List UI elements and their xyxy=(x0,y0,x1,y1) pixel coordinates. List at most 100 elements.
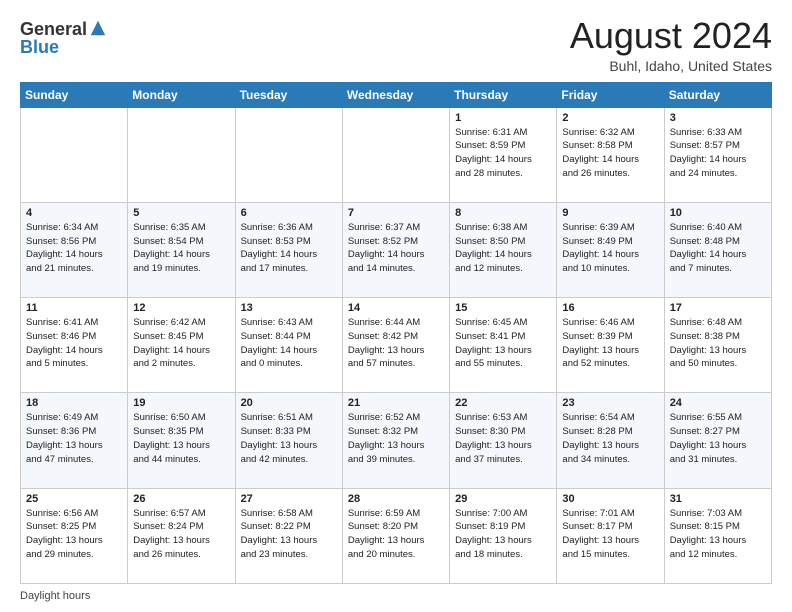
day-info: Sunrise: 6:57 AM Sunset: 8:24 PM Dayligh… xyxy=(133,507,229,562)
day-info: Sunrise: 6:44 AM Sunset: 8:42 PM Dayligh… xyxy=(348,316,444,371)
calendar-cell: 3 Sunrise: 6:33 AM Sunset: 8:57 PM Daylig… xyxy=(664,107,771,202)
col-header-saturday: Saturday xyxy=(664,82,771,107)
calendar: SundayMondayTuesdayWednesdayThursdayFrid… xyxy=(20,82,772,584)
calendar-cell: 11Sunrise: 6:41 AM Sunset: 8:46 PM Dayli… xyxy=(21,298,128,393)
col-header-sunday: Sunday xyxy=(21,82,128,107)
day-number: 15 xyxy=(455,302,551,314)
col-header-monday: Monday xyxy=(128,82,235,107)
calendar-cell: 23 Sunrise: 6:54 AM Sunset: 8:28 PM Dayli… xyxy=(557,393,664,488)
daylight-hours-label: Daylight hours xyxy=(20,590,90,602)
day-number: 26 xyxy=(133,493,229,505)
day-info: Sunrise: 6:37 AM Sunset: 8:52 PM Dayligh… xyxy=(348,221,444,276)
day-number: 12 xyxy=(133,302,229,314)
title-block: August 2024 Buhl, Idaho, United States xyxy=(570,16,772,74)
day-info: Sunrise: 6:32 AM Sunset: 8:58 PM Dayligh… xyxy=(562,126,658,181)
day-info: Sunrise: 6:40 AM Sunset: 8:48 PM Dayligh… xyxy=(670,221,766,276)
week-row-3: 18 Sunrise: 6:49 AM Sunset: 8:36 PM Dayli… xyxy=(21,393,772,488)
day-number: 14 xyxy=(348,302,444,314)
col-header-thursday: Thursday xyxy=(450,82,557,107)
day-number: 18 xyxy=(26,397,122,409)
week-row-1: 4Sunrise: 6:34 AM Sunset: 8:56 PM Daylig… xyxy=(21,202,772,297)
calendar-header-row: SundayMondayTuesdayWednesdayThursdayFrid… xyxy=(21,82,772,107)
day-info: Sunrise: 6:50 AM Sunset: 8:35 PM Dayligh… xyxy=(133,411,229,466)
day-number: 22 xyxy=(455,397,551,409)
calendar-cell: 18 Sunrise: 6:49 AM Sunset: 8:36 PM Dayli… xyxy=(21,393,128,488)
day-info: Sunrise: 6:53 AM Sunset: 8:30 PM Dayligh… xyxy=(455,411,551,466)
day-info: Sunrise: 7:03 AM Sunset: 8:15 PM Dayligh… xyxy=(670,507,766,562)
day-info: Sunrise: 6:36 AM Sunset: 8:53 PM Dayligh… xyxy=(241,221,337,276)
day-number: 8 xyxy=(455,207,551,219)
calendar-cell: 21 Sunrise: 6:52 AM Sunset: 8:32 PM Dayli… xyxy=(342,393,449,488)
day-info: Sunrise: 6:59 AM Sunset: 8:20 PM Dayligh… xyxy=(348,507,444,562)
week-row-0: 1Sunrise: 6:31 AM Sunset: 8:59 PM Daylig… xyxy=(21,107,772,202)
subtitle: Buhl, Idaho, United States xyxy=(570,58,772,74)
day-info: Sunrise: 6:38 AM Sunset: 8:50 PM Dayligh… xyxy=(455,221,551,276)
calendar-cell: 19 Sunrise: 6:50 AM Sunset: 8:35 PM Dayli… xyxy=(128,393,235,488)
calendar-cell xyxy=(128,107,235,202)
day-number: 1 xyxy=(455,112,551,124)
logo-icon xyxy=(89,19,107,37)
day-number: 6 xyxy=(241,207,337,219)
day-number: 31 xyxy=(670,493,766,505)
day-number: 28 xyxy=(348,493,444,505)
calendar-cell: 7 Sunrise: 6:37 AM Sunset: 8:52 PM Daylig… xyxy=(342,202,449,297)
calendar-cell: 27 Sunrise: 6:58 AM Sunset: 8:22 PM Dayli… xyxy=(235,488,342,583)
day-number: 4 xyxy=(26,207,122,219)
calendar-cell: 15Sunrise: 6:45 AM Sunset: 8:41 PM Dayli… xyxy=(450,298,557,393)
day-info: Sunrise: 6:48 AM Sunset: 8:38 PM Dayligh… xyxy=(670,316,766,371)
day-info: Sunrise: 6:46 AM Sunset: 8:39 PM Dayligh… xyxy=(562,316,658,371)
footer-note: Daylight hours xyxy=(20,590,772,602)
calendar-cell: 17Sunrise: 6:48 AM Sunset: 8:38 PM Dayli… xyxy=(664,298,771,393)
week-row-2: 11Sunrise: 6:41 AM Sunset: 8:46 PM Dayli… xyxy=(21,298,772,393)
calendar-cell: 12 Sunrise: 6:42 AM Sunset: 8:45 PM Dayli… xyxy=(128,298,235,393)
day-info: Sunrise: 7:01 AM Sunset: 8:17 PM Dayligh… xyxy=(562,507,658,562)
day-number: 21 xyxy=(348,397,444,409)
day-info: Sunrise: 6:52 AM Sunset: 8:32 PM Dayligh… xyxy=(348,411,444,466)
day-info: Sunrise: 6:54 AM Sunset: 8:28 PM Dayligh… xyxy=(562,411,658,466)
day-info: Sunrise: 7:00 AM Sunset: 8:19 PM Dayligh… xyxy=(455,507,551,562)
calendar-cell: 13 Sunrise: 6:43 AM Sunset: 8:44 PM Dayli… xyxy=(235,298,342,393)
day-number: 27 xyxy=(241,493,337,505)
calendar-cell: 14 Sunrise: 6:44 AM Sunset: 8:42 PM Dayli… xyxy=(342,298,449,393)
col-header-tuesday: Tuesday xyxy=(235,82,342,107)
calendar-cell: 29Sunrise: 7:00 AM Sunset: 8:19 PM Dayli… xyxy=(450,488,557,583)
col-header-friday: Friday xyxy=(557,82,664,107)
logo: General Blue xyxy=(20,16,107,56)
main-title: August 2024 xyxy=(570,16,772,56)
day-info: Sunrise: 6:51 AM Sunset: 8:33 PM Dayligh… xyxy=(241,411,337,466)
calendar-cell xyxy=(21,107,128,202)
day-number: 7 xyxy=(348,207,444,219)
page: General Blue August 2024 Buhl, Idaho, Un… xyxy=(0,0,792,612)
day-number: 25 xyxy=(26,493,122,505)
day-info: Sunrise: 6:49 AM Sunset: 8:36 PM Dayligh… xyxy=(26,411,122,466)
header: General Blue August 2024 Buhl, Idaho, Un… xyxy=(20,16,772,74)
day-number: 30 xyxy=(562,493,658,505)
logo-blue: Blue xyxy=(20,38,59,56)
calendar-cell: 22 Sunrise: 6:53 AM Sunset: 8:30 PM Dayli… xyxy=(450,393,557,488)
day-info: Sunrise: 6:33 AM Sunset: 8:57 PM Dayligh… xyxy=(670,126,766,181)
calendar-cell: 9Sunrise: 6:39 AM Sunset: 8:49 PM Daylig… xyxy=(557,202,664,297)
day-info: Sunrise: 6:58 AM Sunset: 8:22 PM Dayligh… xyxy=(241,507,337,562)
day-number: 19 xyxy=(133,397,229,409)
day-number: 3 xyxy=(670,112,766,124)
day-number: 16 xyxy=(562,302,658,314)
calendar-cell: 26 Sunrise: 6:57 AM Sunset: 8:24 PM Dayli… xyxy=(128,488,235,583)
calendar-cell: 31 Sunrise: 7:03 AM Sunset: 8:15 PM Dayli… xyxy=(664,488,771,583)
calendar-cell: 30 Sunrise: 7:01 AM Sunset: 8:17 PM Dayli… xyxy=(557,488,664,583)
day-info: Sunrise: 6:42 AM Sunset: 8:45 PM Dayligh… xyxy=(133,316,229,371)
calendar-cell xyxy=(235,107,342,202)
day-number: 23 xyxy=(562,397,658,409)
calendar-cell: 6 Sunrise: 6:36 AM Sunset: 8:53 PM Daylig… xyxy=(235,202,342,297)
day-info: Sunrise: 6:41 AM Sunset: 8:46 PM Dayligh… xyxy=(26,316,122,371)
day-number: 9 xyxy=(562,207,658,219)
calendar-cell: 2Sunrise: 6:32 AM Sunset: 8:58 PM Daylig… xyxy=(557,107,664,202)
calendar-cell: 4Sunrise: 6:34 AM Sunset: 8:56 PM Daylig… xyxy=(21,202,128,297)
day-info: Sunrise: 6:35 AM Sunset: 8:54 PM Dayligh… xyxy=(133,221,229,276)
day-number: 13 xyxy=(241,302,337,314)
day-number: 20 xyxy=(241,397,337,409)
day-info: Sunrise: 6:55 AM Sunset: 8:27 PM Dayligh… xyxy=(670,411,766,466)
calendar-cell: 28 Sunrise: 6:59 AM Sunset: 8:20 PM Dayli… xyxy=(342,488,449,583)
day-info: Sunrise: 6:43 AM Sunset: 8:44 PM Dayligh… xyxy=(241,316,337,371)
calendar-cell: 25Sunrise: 6:56 AM Sunset: 8:25 PM Dayli… xyxy=(21,488,128,583)
col-header-wednesday: Wednesday xyxy=(342,82,449,107)
